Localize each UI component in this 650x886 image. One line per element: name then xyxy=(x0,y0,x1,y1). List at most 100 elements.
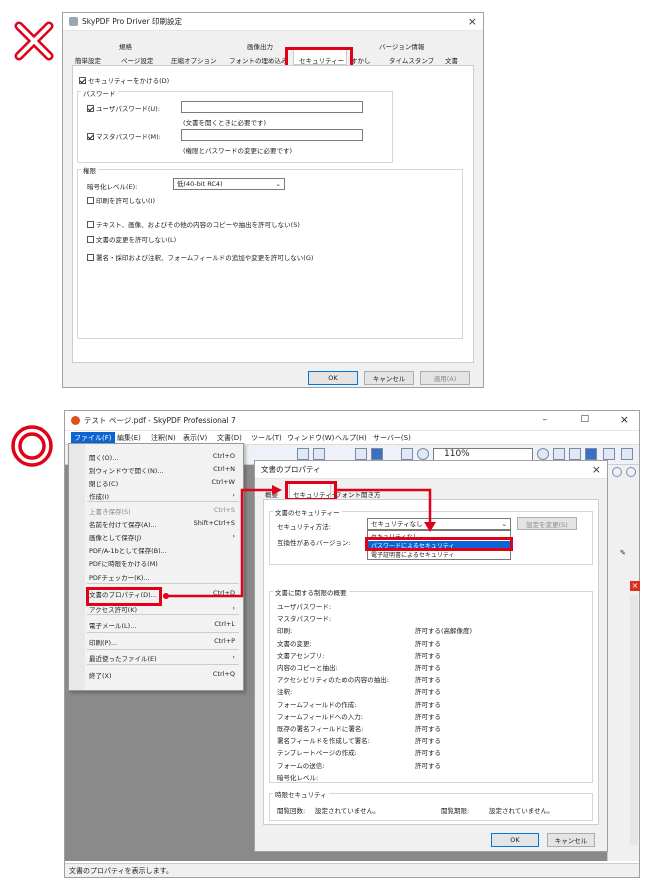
props-tab-summary[interactable]: 概要 xyxy=(265,489,278,499)
close-pane-icon[interactable]: × xyxy=(630,581,640,591)
toolbar-icon[interactable] xyxy=(313,448,325,460)
double-circle-icon xyxy=(11,425,53,467)
summary-value: 許可する xyxy=(415,688,441,697)
menu-separator xyxy=(87,664,239,665)
printer-icon xyxy=(69,17,78,26)
summary-key: 注釈: xyxy=(277,688,293,697)
pen-icon[interactable]: ✎ xyxy=(620,549,632,561)
maximize-button[interactable]: □ xyxy=(580,414,589,424)
tab-page[interactable]: ページ設定 xyxy=(121,55,153,65)
file-menu-item[interactable]: PDFに時限をかける(M) xyxy=(89,558,158,568)
ok-button[interactable]: OK xyxy=(308,371,358,385)
tab-easy[interactable]: 簡単設定 xyxy=(75,55,101,65)
perm-no-print-checkbox[interactable]: 印刷を許可しない(I) xyxy=(87,195,155,205)
search-icon[interactable] xyxy=(621,448,633,460)
summary-value: 許可する xyxy=(415,725,441,733)
perm-no-annot-checkbox[interactable]: 署名・採印および注釈、フォームフィールドの追加や変更を許可しない(G) xyxy=(87,252,313,262)
tab-watermark[interactable]: すかし xyxy=(351,55,371,65)
menu-separator xyxy=(87,632,239,633)
menu-help[interactable]: ヘルプ(H) xyxy=(335,433,367,443)
minimize-button[interactable]: – xyxy=(543,415,548,425)
file-menu-item[interactable]: 開く(O)... xyxy=(89,452,118,462)
props-tab-fonts[interactable]: フォント xyxy=(335,489,361,499)
dialog-titlebar: SkyPDF Pro Driver 印刷設定 × xyxy=(63,13,483,31)
chevron-down-icon: ⌄ xyxy=(275,180,281,188)
file-menu-item[interactable]: 上書き保存(S) xyxy=(89,506,131,516)
master-password-checkbox[interactable]: マスタパスワード(M): xyxy=(87,131,161,141)
scrollbar[interactable] xyxy=(630,595,638,845)
file-menu-item[interactable]: PDF/A-1bとして保存(B)... xyxy=(89,545,167,555)
menu-annotate[interactable]: 注釈(N) xyxy=(151,433,176,443)
menu-separator xyxy=(87,614,239,615)
menu-document[interactable]: 文書(D) xyxy=(217,433,242,443)
summary-key: 印刷: xyxy=(277,627,293,636)
menu-tools[interactable]: ツール(T) xyxy=(251,433,282,443)
props-ok-button[interactable]: OK xyxy=(491,833,539,847)
zoom-in-icon[interactable] xyxy=(537,448,549,460)
apply-button[interactable]: 適用(A) xyxy=(420,371,470,385)
security-method-select[interactable]: セキュリティなし ⌄ xyxy=(367,518,511,530)
hand-tool-icon[interactable] xyxy=(401,448,413,460)
tab-document[interactable]: 文書 xyxy=(445,55,458,65)
tab-format[interactable]: 規格 xyxy=(119,41,132,51)
encryption-level-select[interactable]: 低(40-bit RC4) ⌄ xyxy=(173,178,285,190)
tab-version-info[interactable]: バージョン情報 xyxy=(379,41,424,51)
master-password-input[interactable] xyxy=(181,129,363,141)
enable-security-checkbox[interactable]: セキュリティーをかける(D) xyxy=(79,75,169,85)
file-menu-item[interactable]: PDFチェッカー(K)... xyxy=(89,572,150,582)
toolbar-icon[interactable] xyxy=(569,448,581,460)
file-menu-item[interactable]: 名前を付けて保存(A)... xyxy=(89,519,157,529)
file-menu-item[interactable]: 電子メール(L)... xyxy=(89,620,136,630)
summary-value: 許可する xyxy=(415,737,441,746)
nav-back-icon[interactable] xyxy=(612,467,622,477)
change-settings-button[interactable]: 設定を変更(S) xyxy=(517,517,577,530)
file-menu-item[interactable]: 画像として保存(J) xyxy=(89,532,141,542)
perm-no-modify-checkbox[interactable]: 文書の変更を許可しない(L) xyxy=(87,234,176,244)
file-menu-shortcut: Ctrl+L xyxy=(214,620,235,628)
select-tool-icon[interactable] xyxy=(371,448,383,460)
highlight-password-option xyxy=(365,537,513,551)
file-menu-item[interactable]: 閉じる(C) xyxy=(89,478,118,488)
file-menu-shortcut: Ctrl+D xyxy=(212,589,235,597)
toolbar-icon[interactable] xyxy=(297,448,309,460)
props-tab-open[interactable]: 開き方 xyxy=(361,489,381,499)
encryption-level-label: 暗号化レベル(E): xyxy=(87,183,138,191)
file-menu-item[interactable]: 別ウィンドウで開く(N)... xyxy=(89,465,164,475)
close-button[interactable]: × xyxy=(468,15,477,28)
file-menu-item[interactable]: 終了(X) xyxy=(89,670,112,680)
master-password-note: (権限とパスワードの変更に必要です) xyxy=(183,147,293,155)
view-limit-value: 設定されていません。 xyxy=(489,807,554,815)
status-bar: 文書のプロパティを表示します。 xyxy=(65,863,639,877)
zoom-out-icon[interactable] xyxy=(417,448,429,460)
menu-edit[interactable]: 編集(E) xyxy=(117,433,141,443)
compat-version-label: 互換性があるバージョン: xyxy=(277,539,351,547)
menu-window[interactable]: ウィンドウ(W) xyxy=(287,433,334,443)
tab-compress[interactable]: 圧縮オプション xyxy=(171,55,217,65)
props-cancel-button[interactable]: キャンセル xyxy=(547,833,595,847)
props-close-button[interactable]: × xyxy=(592,463,601,476)
view-count-value: 設定されていません。 xyxy=(315,807,380,815)
file-menu-item[interactable]: 最近使ったファイル(E) xyxy=(89,653,157,663)
toolbar-icon[interactable] xyxy=(553,448,565,460)
menu-separator xyxy=(87,649,239,650)
app-close-button[interactable]: × xyxy=(620,413,629,426)
cancel-button[interactable]: キャンセル xyxy=(364,371,414,385)
toolbar-icon[interactable] xyxy=(603,448,615,460)
nav-forward-icon[interactable] xyxy=(626,467,636,477)
tab-timestamp[interactable]: タイムスタンプ xyxy=(389,55,434,65)
file-menu-shortcut: Ctrl+N xyxy=(213,465,235,473)
menu-view[interactable]: 表示(V) xyxy=(183,433,207,443)
perm-no-copy-checkbox[interactable]: テキスト、画像、およびその他の内容のコピーや抽出を許可しない(S) xyxy=(87,219,300,229)
fit-width-icon[interactable] xyxy=(585,448,597,460)
toolbar-icon[interactable] xyxy=(355,448,367,460)
tab-image-output[interactable]: 画像出力 xyxy=(247,41,273,51)
user-password-checkbox[interactable]: ユーザパスワード(U): xyxy=(87,103,160,113)
dropdown-option-certificate[interactable]: 電子証明書によるセキュリティ xyxy=(368,550,510,559)
highlight-doc-properties xyxy=(86,587,162,606)
file-menu-item[interactable]: 作成(I) xyxy=(89,491,109,501)
file-menu-item[interactable]: 印刷(P)... xyxy=(89,637,117,647)
props-title: 文書のプロパティ xyxy=(261,465,321,474)
menu-server[interactable]: サーバー(S) xyxy=(373,433,411,443)
tab-font-embed[interactable]: フォントの埋め込み xyxy=(229,55,288,65)
user-password-input[interactable] xyxy=(181,101,363,113)
